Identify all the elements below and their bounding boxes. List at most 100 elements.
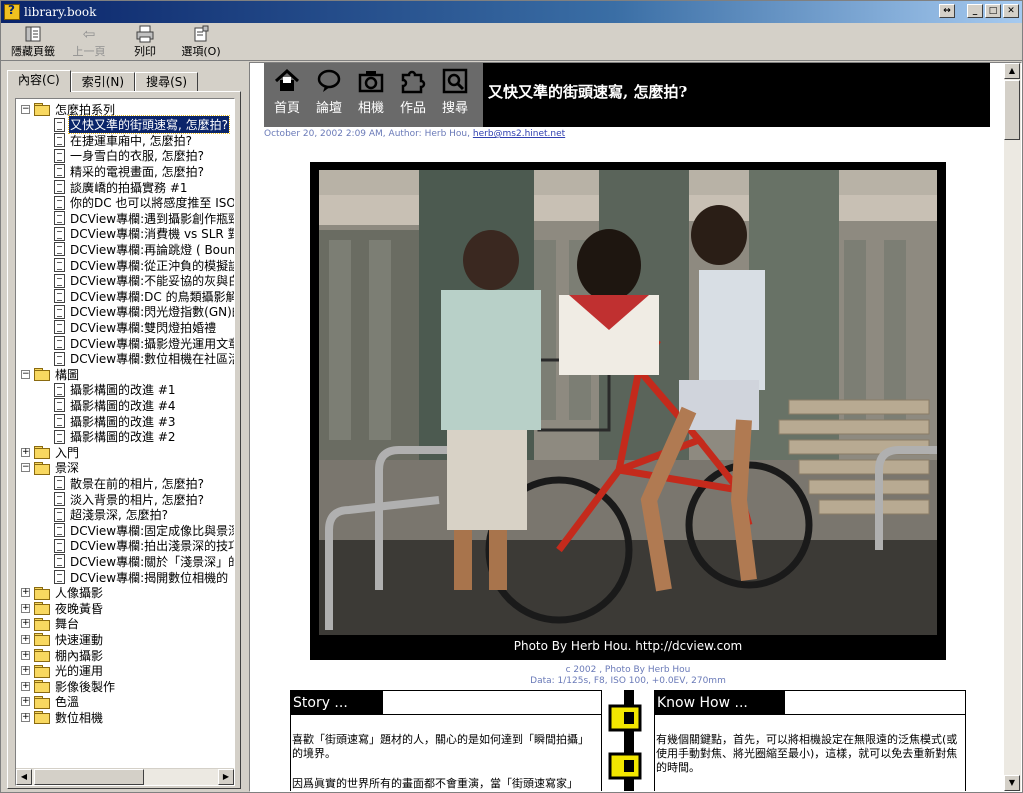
tree-page[interactable]: DCView專欄:雙閃燈拍婚禮 — [54, 319, 217, 335]
author-email-link[interactable]: herb@ms2.hinet.net — [473, 129, 565, 139]
tree-page[interactable]: DCView專欄:消費機 vs SLR 對最 — [54, 226, 234, 242]
tree-page[interactable]: 一身雪白的衣服, 怎麼拍? — [54, 148, 205, 164]
restore-size-button[interactable]: ↔ — [939, 4, 955, 18]
expand-icon[interactable]: + — [21, 712, 30, 722]
tree-folder[interactable]: + 人像攝影 — [21, 585, 104, 601]
story-text-continued: 因爲眞實的世界所有的畫面都不會重演，當「街頭速寫家」 — [292, 777, 578, 790]
tree-page[interactable]: DCView專欄:攝影燈光運用文章 — [54, 335, 234, 351]
tree-folder[interactable]: + 數位相機 — [21, 709, 104, 725]
tree-folder[interactable]: − 怎麼拍系列 — [21, 101, 116, 117]
tree-folder[interactable]: + 夜晚黃昏 — [21, 600, 104, 616]
tree-folder[interactable]: + 影像後製作 — [21, 678, 116, 694]
tree-item-label: 夜晚黃昏 — [55, 601, 104, 616]
back-button[interactable]: ⇦ 上一頁 — [61, 23, 117, 59]
nav-home[interactable]: 首頁 — [269, 63, 305, 127]
tree-page[interactable]: 又快又準的街頭速寫, 怎麼拍? — [54, 115, 230, 135]
tree-folder[interactable]: − 景深 — [21, 460, 80, 476]
article-vertical-scrollbar[interactable]: ▲ ▼ — [1004, 63, 1021, 791]
tree-page[interactable]: DCView專欄:固定成像比與景深 — [54, 522, 234, 538]
tree-page[interactable]: DCView專欄:關於「淺景深」的 — [54, 553, 234, 569]
nav-forum[interactable]: 論壇 — [311, 63, 347, 127]
tree-page[interactable]: 精采的電視畫面, 怎麼拍? — [54, 163, 205, 179]
tree-item-label: DCView專欄:遇到攝影創作瓶頸 — [70, 211, 234, 226]
maximize-button[interactable]: □ — [985, 4, 1001, 18]
tree-page[interactable]: DCView專欄:不能妥協的灰與白 — [54, 273, 234, 289]
tree-page[interactable]: 淡入背景的相片, 怎麼拍? — [54, 491, 205, 507]
credit-line: c 2002 , Photo By Herb Hou — [565, 665, 691, 675]
scroll-left-button[interactable]: ◀ — [16, 769, 32, 785]
tab-contents[interactable]: 內容(C) — [7, 70, 71, 92]
expand-icon[interactable]: + — [21, 619, 30, 629]
tree-page[interactable]: 攝影構圖的改進 #3 — [54, 413, 177, 429]
tab-index[interactable]: 索引(N) — [70, 72, 136, 92]
tree-folder[interactable]: + 入門 — [21, 444, 80, 460]
tree-page[interactable]: DCView專欄:DC 的鳥類攝影解決 — [54, 288, 234, 304]
folder-icon — [34, 368, 50, 382]
site-nav: 首頁 論壇 相機 作品 搜尋 — [264, 63, 483, 127]
page-icon — [54, 538, 65, 553]
tree-page[interactable]: 攝影構圖的改進 #1 — [54, 382, 177, 398]
collapse-icon[interactable]: − — [21, 104, 30, 114]
expand-icon[interactable]: + — [21, 603, 30, 613]
tree-page[interactable]: 散景在前的相片, 怎麼拍? — [54, 475, 205, 491]
tree-item-label: DCView專欄:消費機 vs SLR 對最 — [70, 227, 234, 242]
collapse-icon[interactable]: − — [21, 463, 30, 473]
folder-icon — [34, 617, 50, 631]
folder-icon — [34, 602, 50, 616]
scroll-thumb[interactable] — [34, 769, 144, 785]
expand-icon[interactable]: + — [21, 697, 30, 707]
expand-icon[interactable]: + — [21, 588, 30, 598]
expand-icon[interactable]: + — [21, 681, 30, 691]
expand-icon[interactable]: + — [21, 666, 30, 676]
tree-folder[interactable]: + 光的運用 — [21, 663, 104, 679]
tree-page[interactable]: DCView專欄:閃光燈指數(GN)的 — [54, 304, 234, 320]
tree-folder[interactable]: + 棚內攝影 — [21, 647, 104, 663]
tab-search[interactable]: 搜尋(S) — [135, 72, 199, 92]
tree-folder[interactable]: + 舞台 — [21, 616, 80, 632]
contents-tree[interactable]: − 怎麼拍系列 又快又準的街頭速寫, 怎麼拍? 在捷運車廂中, 怎麼拍? 一身雪白的衣服… — [16, 99, 234, 767]
tree-page[interactable]: DCView專欄:再論跳燈 ( Bounc — [54, 241, 234, 257]
nav-camera[interactable]: 相機 — [353, 63, 389, 127]
expand-icon[interactable]: + — [21, 650, 30, 660]
tree-page[interactable]: DCView專欄:數位相機在社區活 — [54, 351, 234, 367]
tree-item-label: 在捷運車廂中, 怎麼拍? — [70, 133, 192, 148]
tree-page[interactable]: 談廣嶠的拍攝實務 #1 — [54, 179, 189, 195]
tree-page[interactable]: 攝影構圖的改進 #4 — [54, 397, 177, 413]
collapse-icon[interactable]: − — [21, 369, 30, 379]
tree-page[interactable]: 超淺景深, 怎麼拍? — [54, 507, 169, 523]
article-header: 首頁 論壇 相機 作品 搜尋 又快又準的街頭速寫, 怎麼拍? — [264, 63, 990, 127]
scroll-thumb[interactable] — [1004, 80, 1020, 140]
expand-icon[interactable]: + — [21, 634, 30, 644]
nav-works[interactable]: 作品 — [395, 63, 431, 127]
tree-page[interactable]: 你的DC 也可以將感度推至 ISO — [54, 195, 234, 211]
close-button[interactable]: ✕ — [1003, 4, 1019, 18]
nav-search[interactable]: 搜尋 — [437, 63, 473, 127]
folder-icon — [34, 586, 50, 600]
tree-page[interactable]: DCView專欄:遇到攝影創作瓶頸 — [54, 210, 234, 226]
back-arrow-icon: ⇦ — [82, 25, 96, 43]
tree-folder[interactable]: + 色溫 — [21, 694, 80, 710]
scroll-down-button[interactable]: ▼ — [1004, 775, 1020, 791]
print-button[interactable]: 列印 — [117, 23, 173, 59]
options-button[interactable]: 選項(O) — [173, 23, 229, 59]
tree-page[interactable]: 在捷運車廂中, 怎麼拍? — [54, 132, 193, 148]
tree-page[interactable]: DCView專欄:揭開數位相機的「 — [54, 569, 234, 585]
minimize-button[interactable]: _ — [967, 4, 983, 18]
photo-credit: c 2002 , Photo By Herb Hou Data: 1/125s,… — [310, 665, 946, 687]
tree-page[interactable]: DCView專欄:拍出淺景深的技巧 — [54, 538, 234, 554]
tree-item-label: 攝影構圖的改進 #2 — [70, 430, 176, 445]
tree-item-label: DCView專欄:攝影燈光運用文章 — [70, 336, 234, 351]
navigation-pane: 內容(C) 索引(N) 搜尋(S) − 怎麼拍系列 又快又準的街頭速寫, 怎麼拍? 在… — [1, 62, 245, 792]
tree-folder[interactable]: + 快速運動 — [21, 631, 104, 647]
tree-horizontal-scrollbar[interactable]: ◀ ▶ — [16, 768, 234, 785]
tree-item-label: 棚內攝影 — [55, 648, 104, 663]
tree-page[interactable]: DCView專欄:從正沖負的模擬談 — [54, 257, 234, 273]
scroll-right-button[interactable]: ▶ — [218, 769, 234, 785]
expand-icon[interactable]: + — [21, 447, 30, 457]
article-pane: 首頁 論壇 相機 作品 搜尋 又快又準的街頭速寫, 怎麼拍? October 2… — [249, 62, 1022, 792]
tree-folder[interactable]: − 構圖 — [21, 366, 80, 382]
tree-page[interactable]: 攝影構圖的改進 #2 — [54, 429, 177, 445]
hide-tabs-button[interactable]: 隱藏頁籤 — [5, 23, 61, 59]
tree-item-label: 攝影構圖的改進 #3 — [70, 414, 176, 429]
scroll-up-button[interactable]: ▲ — [1004, 63, 1020, 79]
